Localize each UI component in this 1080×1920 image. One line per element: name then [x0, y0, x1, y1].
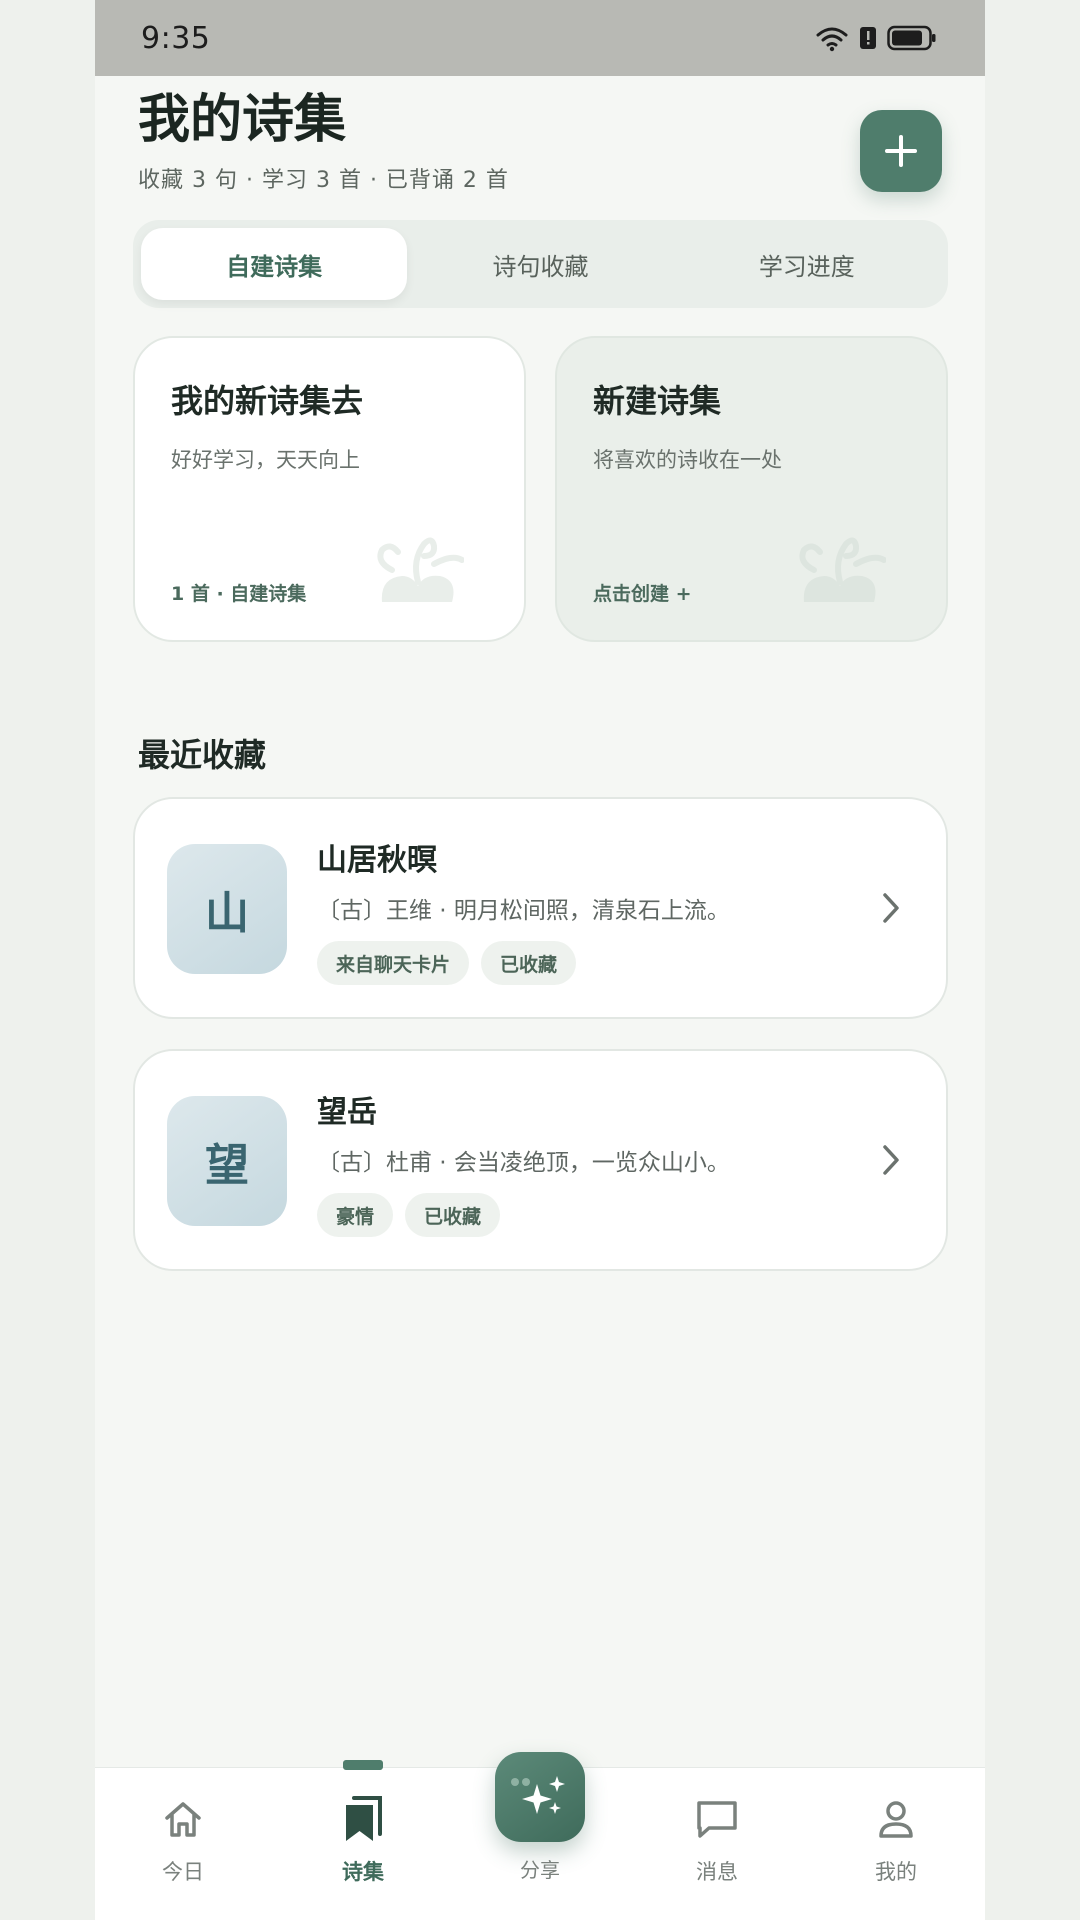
collection-description: 将喜欢的诗收在一处 [593, 448, 782, 472]
new-collection-card[interactable]: 新建诗集 将喜欢的诗收在一处 点击创建 + [555, 336, 948, 642]
status-icons [815, 24, 937, 52]
home-icon [165, 1802, 201, 1837]
nav-item-messages[interactable]: 消息 [637, 1768, 797, 1920]
battery-icon [887, 25, 936, 51]
poem-tag: 已收藏 [481, 941, 577, 985]
poem-tag: 已收藏 [405, 1193, 501, 1237]
recent-favorites-heading: 最近收藏 [138, 736, 267, 774]
share-button[interactable] [495, 1752, 585, 1842]
nav-label: 今日 [162, 1860, 204, 1884]
poem-title: 山居秋暝 [317, 843, 437, 878]
nav-item-poems[interactable]: 诗集 [283, 1768, 443, 1920]
nav-label: 诗集 [342, 1860, 384, 1884]
user-icon [879, 1801, 913, 1838]
create-collection-link[interactable]: 点击创建 + [593, 579, 692, 606]
left-backdrop [0, 0, 95, 1920]
poem-list-item[interactable]: 山 山居秋暝 〔古〕王维 · 明月松间照，清泉石上流。 来自聊天卡片 已收藏 [133, 797, 948, 1019]
nav-item-me[interactable]: 我的 [816, 1768, 976, 1920]
collection-card[interactable]: 我的新诗集去 好好学习，天天向上 1 首 · 自建诗集 [133, 336, 526, 642]
poem-tag: 来自聊天卡片 [317, 941, 470, 985]
poem-excerpt: 〔古〕杜甫 · 会当凌绝顶，一览众山小。 [317, 1150, 730, 1176]
wifi-icon [816, 27, 848, 52]
poem-list-item[interactable]: 望 望岳 〔古〕杜甫 · 会当凌绝顶，一览众山小。 豪情 已收藏 [133, 1049, 948, 1271]
page-header: 我的诗集 收藏 3 句 · 学习 3 首 · 已背诵 2 首 [138, 88, 942, 198]
nav-label: 我的 [875, 1860, 917, 1884]
book-icon [346, 1796, 382, 1841]
app-screen: 9:35 我的诗集 收藏 3 句 · 学习 3 首 · 已背诵 2 首 自建诗集… [95, 0, 985, 1920]
nav-item-today[interactable]: 今日 [103, 1768, 263, 1920]
bottom-navigation: 今日 诗集 分享 消息 我的 [95, 1752, 985, 1920]
decorative-plant-icon [799, 537, 886, 602]
alert-icon [860, 27, 876, 49]
poem-tag: 豪情 [317, 1193, 394, 1237]
chevron-right-icon [883, 1145, 899, 1175]
tab-bar: 自建诗集 诗句收藏 学习进度 [133, 220, 948, 308]
plus-icon [885, 135, 917, 167]
chevron-right-icon [883, 893, 899, 923]
collection-grid: 我的新诗集去 好好学习，天天向上 1 首 · 自建诗集 新建诗集 将喜欢的诗收在… [133, 336, 948, 644]
collection-description: 好好学习，天天向上 [171, 448, 360, 472]
decorative-plant-icon [377, 537, 464, 602]
poem-title: 望岳 [317, 1095, 377, 1130]
tab-learning-progress[interactable]: 学习进度 [674, 228, 940, 300]
nav-label: 消息 [696, 1860, 738, 1884]
add-collection-button[interactable] [860, 110, 942, 192]
poem-avatar: 望 [167, 1096, 287, 1226]
nav-label-share: 分享 [520, 1858, 560, 1882]
right-backdrop [985, 0, 1080, 1920]
poem-tags: 来自聊天卡片 已收藏 [317, 941, 577, 985]
poem-excerpt: 〔古〕王维 · 明月松间照，清泉石上流。 [317, 898, 730, 924]
poem-avatar: 山 [167, 844, 287, 974]
page-title: 我的诗集 [138, 90, 347, 150]
status-bar: 9:35 [95, 0, 985, 76]
tab-custom-collections[interactable]: 自建诗集 [141, 228, 408, 300]
poem-tags: 豪情 已收藏 [317, 1193, 501, 1237]
status-time: 9:35 [141, 20, 211, 56]
collection-title: 我的新诗集去 [171, 382, 364, 420]
tab-verse-favorites[interactable]: 诗句收藏 [407, 228, 673, 300]
page-subtitle: 收藏 3 句 · 学习 3 首 · 已背诵 2 首 [138, 168, 509, 193]
sparkle-icon [511, 1776, 565, 1814]
message-icon [697, 1801, 737, 1838]
collection-meta: 1 首 · 自建诗集 [171, 583, 307, 605]
collection-title: 新建诗集 [593, 382, 722, 420]
